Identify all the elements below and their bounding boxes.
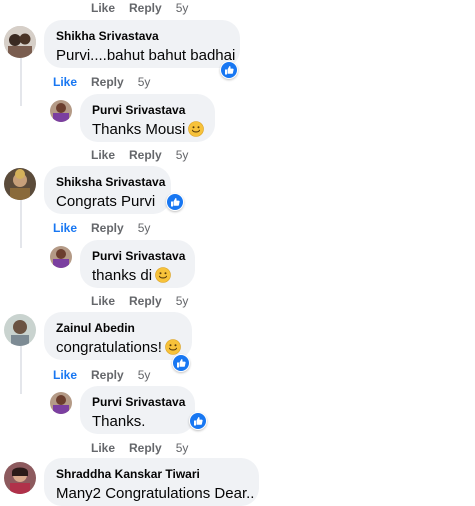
like-reaction-badge[interactable] (220, 61, 238, 79)
comment-actions: Like Reply 5y (53, 74, 164, 90)
commenter-name[interactable]: Purvi Srivastava (92, 394, 185, 410)
reply-bubble: Purvi Srivastava Thanks Mousi (80, 94, 215, 142)
comment-actions: Like Reply 5y (91, 440, 202, 456)
like-reaction-badge[interactable] (166, 193, 184, 211)
comment-bubble: Shraddha Kanskar Tiwari Many2 Congratula… (44, 458, 259, 506)
comment-actions: Like Reply 5y (53, 220, 164, 236)
timestamp[interactable]: 5y (176, 294, 189, 308)
thumbs-up-icon (190, 413, 206, 429)
comment-text: congratulations! (56, 338, 181, 361)
timestamp[interactable]: 5y (176, 1, 189, 15)
like-reaction-badge[interactable] (189, 412, 207, 430)
like-link[interactable]: Like (53, 221, 77, 235)
reply-link[interactable]: Reply (91, 368, 124, 382)
comment-text: Thanks. (92, 413, 146, 430)
comment-actions: Like Reply 5y (91, 293, 202, 309)
avatar[interactable] (50, 100, 72, 122)
reply-bubble: Purvi Srivastava Thanks. (80, 386, 195, 434)
thread-line (20, 58, 22, 106)
avatar[interactable] (50, 246, 72, 268)
timestamp[interactable]: 5y (138, 368, 151, 382)
reply-link[interactable]: Reply (91, 75, 124, 89)
thread-line (20, 346, 22, 394)
like-link[interactable]: Like (91, 1, 115, 15)
comment-actions: Like Reply 5y (91, 147, 202, 163)
like-link[interactable]: Like (53, 75, 77, 89)
comment-text: thanks di (92, 266, 183, 289)
reply-link[interactable]: Reply (129, 441, 162, 455)
reply-link[interactable]: Reply (129, 148, 162, 162)
timestamp[interactable]: 5y (176, 148, 189, 162)
commenter-name[interactable]: Shikha Srivastava (56, 28, 228, 44)
like-link[interactable]: Like (91, 294, 115, 308)
avatar[interactable] (50, 392, 72, 414)
comment-text-content: Thanks Mousi (92, 121, 186, 138)
avatar[interactable] (4, 26, 36, 58)
like-link[interactable]: Like (91, 148, 115, 162)
comment-text-content: congratulations! (56, 339, 162, 356)
thread-line (20, 200, 22, 248)
comment-text: Many2 Congratulations Dear.. (56, 485, 255, 502)
avatar[interactable] (4, 168, 36, 200)
reply-bubble: Purvi Srivastava thanks di (80, 240, 195, 288)
thumbs-up-icon (221, 62, 237, 78)
thumbs-up-icon (167, 194, 183, 210)
commenter-name[interactable]: Purvi Srivastava (92, 102, 203, 118)
smiley-emoji-icon (155, 267, 171, 289)
commenter-name[interactable]: Shraddha Kanskar Tiwari (56, 466, 247, 482)
reply-link[interactable]: Reply (129, 294, 162, 308)
like-reaction-badge[interactable] (172, 354, 190, 372)
comment-bubble: Zainul Abedin congratulations! (44, 312, 192, 360)
comment-text: Purvi....bahut bahut badhai (56, 47, 236, 64)
commenter-name[interactable]: Zainul Abedin (56, 320, 180, 336)
comment-actions: Like Reply 5y (91, 0, 202, 16)
smiley-emoji-icon (188, 121, 205, 143)
like-link[interactable]: Like (91, 441, 115, 455)
commenter-name[interactable]: Shiksha Srivastava (56, 174, 165, 190)
comment-bubble: Shikha Srivastava Purvi....bahut bahut b… (44, 20, 240, 68)
avatar[interactable] (4, 462, 36, 494)
reply-link[interactable]: Reply (91, 221, 124, 235)
timestamp[interactable]: 5y (138, 75, 151, 89)
comment-text: Congrats Purvi (56, 193, 156, 210)
thumbs-up-icon (173, 355, 189, 371)
avatar[interactable] (4, 314, 36, 346)
reply-link[interactable]: Reply (129, 1, 162, 15)
comment-text: Thanks Mousi (92, 120, 205, 143)
comment-actions: Like Reply 5y (53, 367, 164, 383)
timestamp[interactable]: 5y (138, 221, 151, 235)
comment-text-content: thanks di (92, 267, 153, 284)
comment-bubble: Shiksha Srivastava Congrats Purvi (44, 166, 171, 214)
commenter-name[interactable]: Purvi Srivastava (92, 248, 185, 264)
timestamp[interactable]: 5y (176, 441, 189, 455)
like-link[interactable]: Like (53, 368, 77, 382)
